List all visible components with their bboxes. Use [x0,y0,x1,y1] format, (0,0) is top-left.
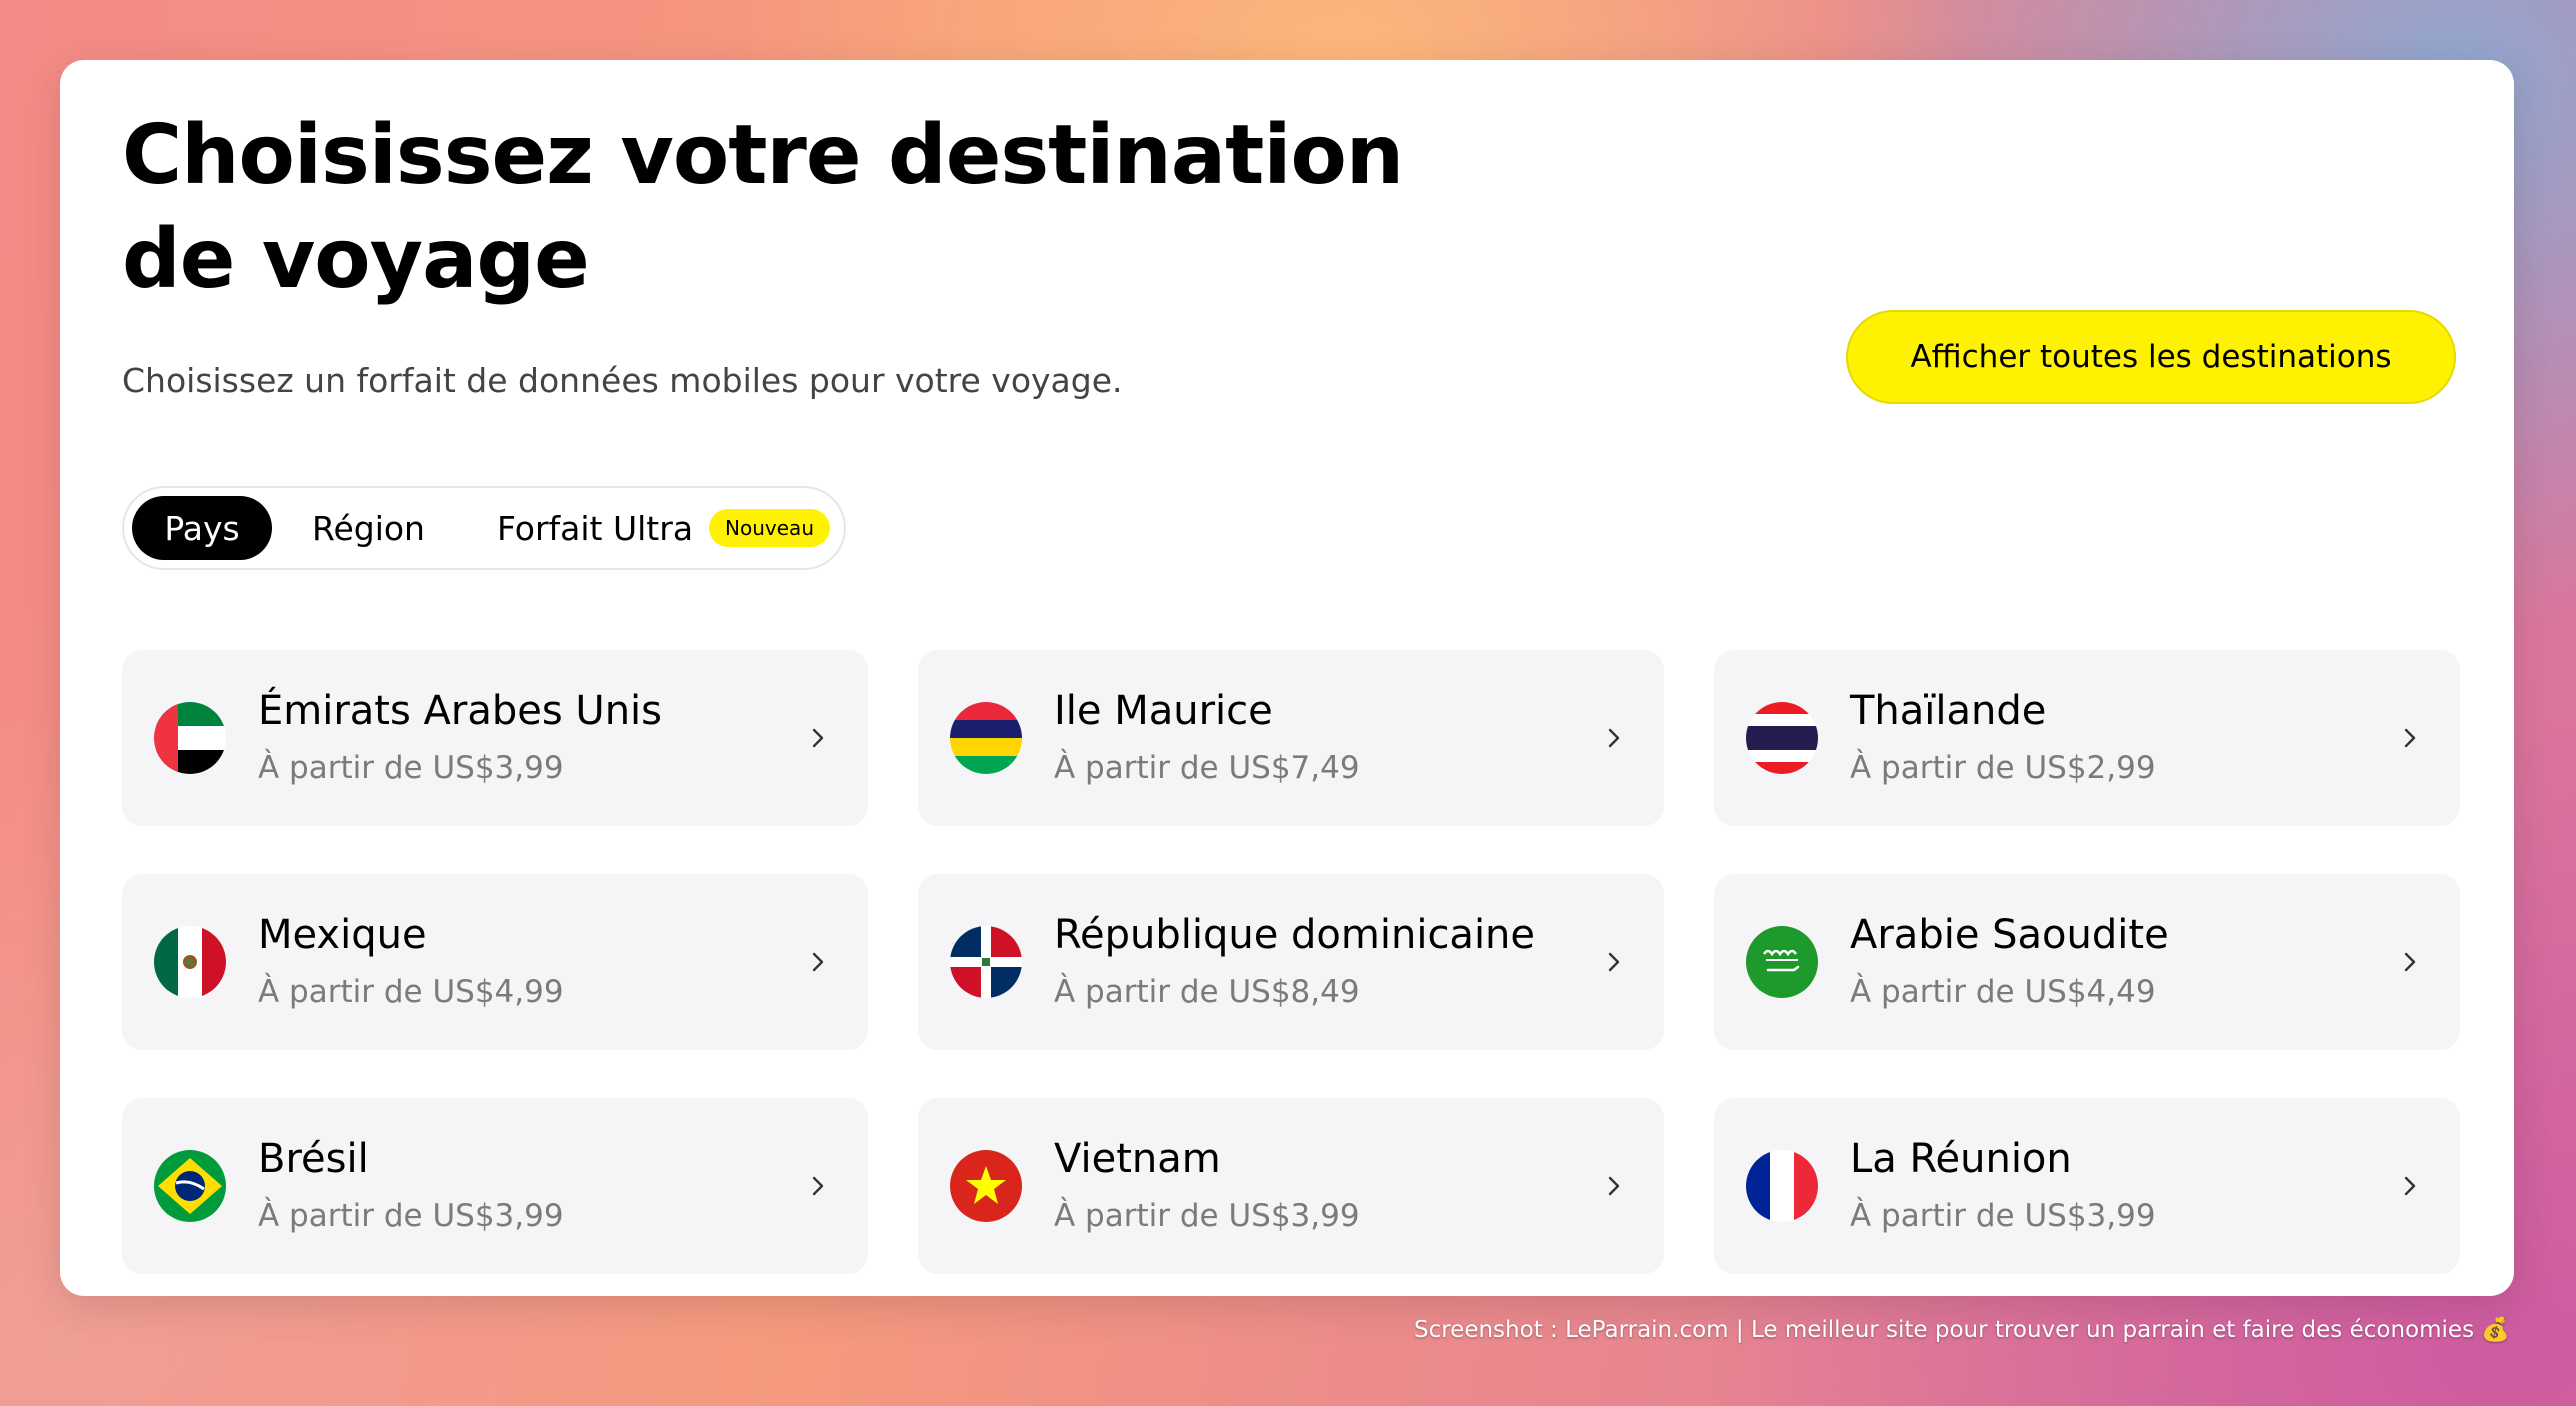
destination-name: Thaïlande [1850,688,2047,734]
chevron-right-icon [804,948,832,976]
destination-price: À partir de US$4,49 [1850,974,2156,1010]
destination-price: À partir de US$3,99 [258,750,564,786]
thailand-flag-icon [1746,702,1818,774]
destination-price: À partir de US$3,99 [258,1198,564,1234]
chevron-right-icon [804,1172,832,1200]
mauritius-flag-icon [950,702,1022,774]
destination-price: À partir de US$2,99 [1850,750,2156,786]
destination-type-tabs: Pays Région Forfait Ultra Nouveau [122,486,846,570]
vietnam-flag-icon [950,1150,1022,1222]
destination-card-mauritius[interactable]: Ile Maurice À partir de US$7,49 [918,650,1664,826]
chevron-right-icon [2396,724,2424,752]
destination-name: Émirats Arabes Unis [258,688,663,734]
mexico-flag-icon [154,926,226,998]
tab-forfait-ultra[interactable]: Forfait Ultra Nouveau [467,496,830,560]
tab-pays[interactable]: Pays [132,496,272,560]
tab-region[interactable]: Région [282,496,455,560]
show-all-destinations-button[interactable]: Afficher toutes les destinations [1846,310,2456,404]
chevron-right-icon [2396,1172,2424,1200]
destination-price: À partir de US$3,99 [1850,1198,2156,1234]
screenshot-watermark: Screenshot : LeParrain.com | Le meilleur… [1413,1317,2510,1343]
france-flag-icon [1746,1150,1818,1222]
destination-card-mexico[interactable]: Mexique À partir de US$4,99 [122,874,868,1050]
destination-price: À partir de US$4,99 [258,974,564,1010]
destination-price: À partir de US$7,49 [1054,750,1360,786]
chevron-right-icon [1600,948,1628,976]
chevron-right-icon [1600,1172,1628,1200]
destination-name: République dominicaine [1054,912,1536,958]
saudi-arabia-flag-icon [1746,926,1818,998]
chevron-right-icon [2396,948,2424,976]
destination-card-brazil[interactable]: Brésil À partir de US$3,99 [122,1098,868,1274]
destination-card-saudi-arabia[interactable]: Arabie Saoudite À partir de US$4,49 [1714,874,2460,1050]
tab-forfait-ultra-label: Forfait Ultra [496,508,694,548]
dominican-republic-flag-icon [950,926,1022,998]
destination-card-la-reunion[interactable]: La Réunion À partir de US$3,99 [1714,1098,2460,1274]
destination-card-dominican-republic[interactable]: République dominicaine À partir de US$8,… [918,874,1664,1050]
chevron-right-icon [1600,724,1628,752]
page-subtitle: Choisissez un forfait de données mobiles… [122,361,1123,400]
destination-price: À partir de US$3,99 [1054,1198,1360,1234]
destination-card-uae[interactable]: Émirats Arabes Unis À partir de US$3,99 [122,650,868,826]
uae-flag-icon [154,702,226,774]
chevron-right-icon [804,724,832,752]
destination-name: Brésil [258,1136,369,1182]
destination-name: La Réunion [1850,1136,2072,1182]
brazil-flag-icon [154,1150,226,1222]
destination-name: Mexique [258,912,427,958]
destination-name: Ile Maurice [1054,688,1273,734]
destination-name: Vietnam [1054,1136,1221,1182]
new-badge: Nouveau [709,509,830,547]
destinations-panel: Choisissez votre destination de voyage C… [60,60,2514,1296]
destination-card-thailand[interactable]: Thaïlande À partir de US$2,99 [1714,650,2460,826]
destination-name: Arabie Saoudite [1850,912,2169,958]
page-title: Choisissez votre destination de voyage [122,108,1404,307]
destination-price: À partir de US$8,49 [1054,974,1360,1010]
destination-card-vietnam[interactable]: Vietnam À partir de US$3,99 [918,1098,1664,1274]
